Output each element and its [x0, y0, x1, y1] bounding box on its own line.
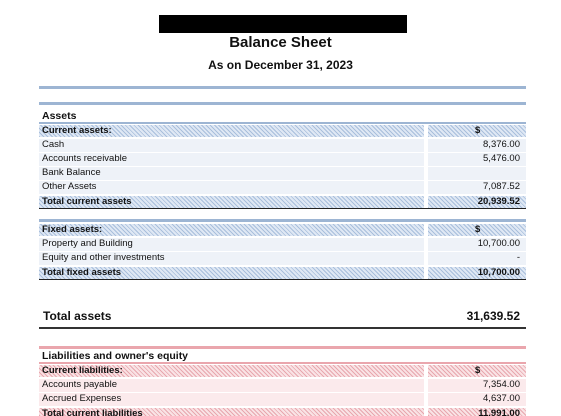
divider: [39, 279, 526, 280]
currency-symbol: $: [475, 125, 481, 136]
row-label: Total current assets: [42, 196, 132, 207]
row-label: Total fixed assets: [42, 267, 122, 278]
row-value: -: [516, 252, 520, 263]
row-value: 7,087.52: [483, 181, 520, 192]
row-label: Total current liabilities: [42, 408, 143, 416]
page-title: Balance Sheet: [229, 34, 332, 51]
row-label: Property and Building: [42, 238, 133, 249]
current-assets-label: Current assets:: [42, 125, 112, 136]
liabilities-heading: Liabilities and owner's equity: [42, 350, 189, 362]
redacted-block: [159, 15, 407, 33]
page-subtitle: As on December 31, 2023: [208, 58, 353, 72]
current-liabilities-label: Current liabilities:: [42, 365, 123, 376]
currency-symbol: $: [475, 365, 481, 376]
table-row: Equity and other investments -: [39, 252, 526, 265]
row-label: Equity and other investments: [42, 252, 165, 263]
divider: [39, 219, 526, 222]
row-label: Other Assets: [42, 181, 97, 192]
divider: [39, 122, 526, 124]
current-assets-header: Current assets: $: [39, 125, 526, 137]
fixed-assets-header: Fixed assets: $: [39, 224, 526, 236]
row-value: 20,939.52: [477, 196, 520, 207]
total-current-liabilities-row: Total current liabilities 11,991.00: [39, 408, 526, 416]
fixed-assets-label: Fixed assets:: [42, 224, 103, 235]
row-label: Accounts receivable: [42, 153, 128, 164]
divider: [39, 346, 526, 349]
row-value: 5,476.00: [483, 153, 520, 164]
divider: [39, 208, 526, 209]
total-assets-label: Total assets: [43, 309, 112, 323]
total-assets-value: 31,639.52: [466, 309, 520, 323]
assets-heading: Assets: [42, 110, 77, 122]
row-value: 11,991.00: [478, 408, 520, 416]
row-value: 8,376.00: [483, 139, 520, 150]
currency-symbol: $: [475, 224, 481, 235]
table-row: Accounts payable 7,354.00: [39, 379, 526, 392]
divider: [39, 86, 526, 89]
total-current-assets-row: Total current assets 20,939.52: [39, 196, 526, 208]
row-label: Cash: [42, 139, 65, 150]
table-row: Bank Balance: [39, 167, 526, 180]
total-assets-row: Total assets 31,639.52: [39, 309, 526, 325]
row-label: Bank Balance: [42, 167, 101, 178]
row-label: Accounts payable: [42, 379, 117, 390]
row-value: 10,700.00: [477, 267, 520, 278]
table-row: Other Assets 7,087.52: [39, 181, 526, 194]
current-liabilities-header: Current liabilities: $: [39, 365, 526, 377]
table-row: Accounts receivable 5,476.00: [39, 153, 526, 166]
divider: [39, 362, 526, 364]
row-value: 4,637.00: [483, 393, 520, 404]
divider: [39, 327, 526, 329]
table-row: Accrued Expenses 4,637.00: [39, 393, 526, 406]
total-fixed-assets-row: Total fixed assets 10,700.00: [39, 267, 526, 279]
row-label: Accrued Expenses: [42, 393, 122, 404]
row-value: 10,700.00: [477, 238, 520, 249]
table-row: Property and Building 10,700.00: [39, 238, 526, 251]
table-row: Cash 8,376.00: [39, 139, 526, 152]
divider: [39, 102, 526, 105]
row-value: 7,354.00: [483, 379, 520, 390]
